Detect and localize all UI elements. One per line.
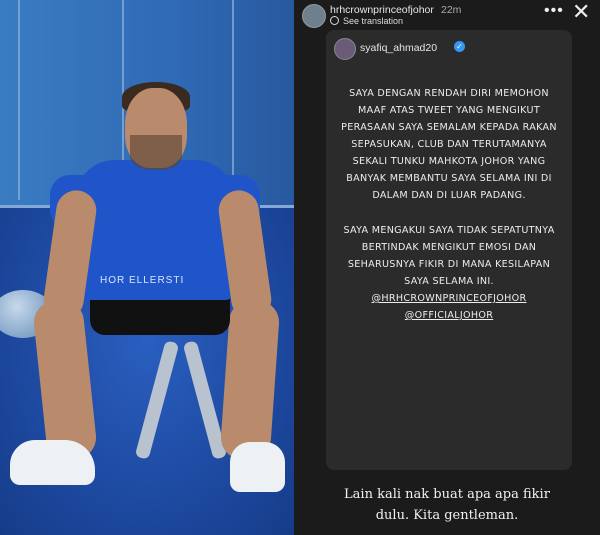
story-caption: Lain kali nak buat apa apa fikir dulu. K…	[294, 484, 600, 526]
shared-post-avatar[interactable]	[334, 38, 356, 60]
verified-badge-icon: ✓	[454, 41, 465, 52]
player-leg-left	[31, 297, 99, 463]
screenshot: HOR ELLERSTI hrhcrownprince​ofjohor 22m …	[0, 0, 600, 535]
apology-paragraph-2-block: SAYA MENGAKUI SAYA TIDAK SEPATUTNYA BERT…	[326, 222, 572, 324]
player-photo: HOR ELLERSTI	[0, 0, 294, 535]
shared-post-username[interactable]: syafiq_ahmad20	[360, 42, 437, 54]
story-time-ago: 22m	[441, 4, 462, 16]
mention-crown-prince[interactable]: @HRHCROWNPRINCEOFJOHOR	[340, 290, 558, 307]
player-shoe-right	[230, 442, 285, 492]
shared-post-card[interactable]: syafiq_ahmad20 ✓ SAYA DENGAN RENDAH DIRI…	[326, 30, 572, 470]
close-icon[interactable]: ✕	[572, 0, 590, 24]
story-owner-username[interactable]: hrhcrownprince​ofjohor	[330, 4, 434, 16]
player-shoe-left	[10, 440, 95, 485]
shared-post-text: SAYA DENGAN RENDAH DIRI MEMOHON MAAF ATA…	[326, 85, 572, 324]
mention-official-johor[interactable]: @OFFICIALJOHOR	[340, 307, 558, 324]
see-translation-label: See translation	[343, 16, 404, 26]
apology-paragraph-1: SAYA DENGAN RENDAH DIRI MEMOHON MAAF ATA…	[341, 88, 557, 201]
caption-line-1: Lain kali nak buat apa apa fikir	[344, 487, 550, 502]
see-translation-link[interactable]: See translation	[330, 16, 403, 26]
instagram-story: hrhcrownprince​ofjohor 22m See translati…	[294, 0, 600, 535]
player-beard	[130, 135, 182, 170]
apology-paragraph-2: SAYA MENGAKUI SAYA TIDAK SEPATUTNYA BERT…	[343, 225, 555, 287]
more-options-icon[interactable]: •••	[544, 2, 564, 20]
globe-icon	[330, 16, 339, 25]
story-owner-avatar[interactable]	[302, 4, 326, 28]
player: HOR ELLERSTI	[10, 80, 285, 500]
caption-line-2: dulu. Kita gentleman.	[375, 508, 519, 523]
story-header: hrhcrownprince​ofjohor 22m See translati…	[294, 0, 600, 30]
jersey-sponsor-text: HOR ELLERSTI	[100, 275, 185, 286]
